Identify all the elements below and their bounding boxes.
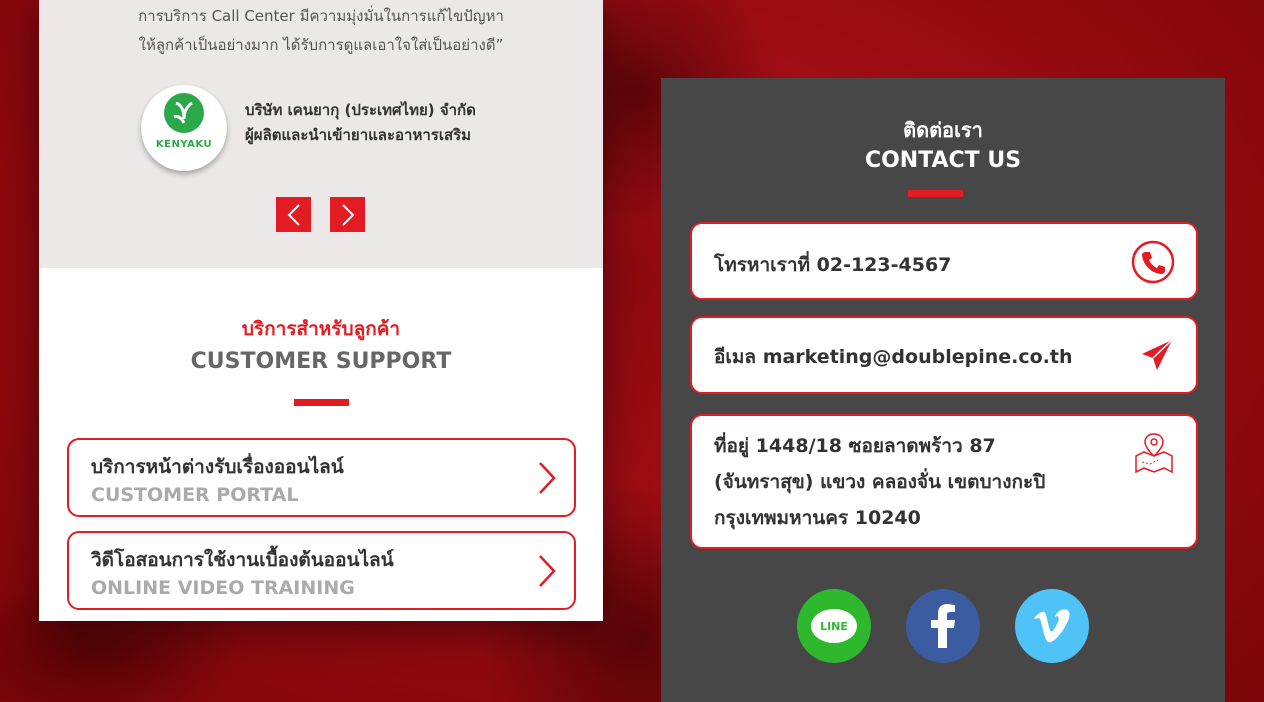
company-info: บริษัท เคนยากุ (ประเทศไทย) จำกัด ผู้ผลิต… [245,98,476,148]
address-line-3: กรุงเทพมหานคร 10240 [714,507,921,529]
phone-text: โทรหาเราที่ 02-123-4567 [714,254,952,276]
phone-card[interactable]: โทรหาเราที่ 02-123-4567 [690,222,1198,300]
facebook-button[interactable] [906,589,980,663]
chevron-right-icon [539,462,556,494]
testimonial-section: การบริการ Call Center มีความมุ่งมั่นในกา… [39,0,603,268]
address-line-2: (จันทราสุข) แขวง คลองจั่น เขตบางกะปิ [714,471,1046,493]
section-divider [908,190,963,197]
company-logo: KENYAKU [141,85,227,171]
leaf-logo-icon [164,93,204,133]
line-button[interactable]: LINE [797,589,871,663]
vimeo-button[interactable] [1015,589,1089,663]
card-title-th: วิดีโอสอนการใช้งานเบื้องต้นออนไลน์ [91,549,394,571]
card-title-en: CUSTOMER PORTAL [91,484,299,506]
facebook-icon [931,604,955,648]
company-name: บริษัท เคนยากุ (ประเทศไทย) จำกัด [245,101,476,119]
customer-portal-card[interactable]: บริการหน้าต่างรับเรื่องออนไลน์ CUSTOMER … [67,438,576,517]
card-title-th: บริการหน้าต่างรับเรื่องออนไลน์ [91,456,344,478]
line-label: LINE [820,619,848,633]
testimonial-quote: การบริการ Call Center มีความมุ่งมั่นในกา… [39,2,603,60]
vimeo-icon [1034,609,1070,643]
address-line-1: ที่อยู่ 1448/18 ซอยลาดพร้าว 87 [714,435,996,457]
prev-button[interactable] [276,197,311,232]
video-training-card[interactable]: วิดีโอสอนการใช้งานเบื้องต้นออนไลน์ ONLIN… [67,531,576,610]
address-text: ที่อยู่ 1448/18 ซอยลาดพร้าว 87 (จันทราสุ… [714,428,1045,536]
contact-title: CONTACT US [864,148,1022,173]
contact-panel: ติดต่อเรา CONTACT US โทรหาเราที่ 02-123-… [661,78,1225,702]
customer-support-panel: การบริการ Call Center มีความมุ่งมั่นในกา… [39,0,603,621]
chevron-right-icon [539,555,556,587]
email-card[interactable]: อีเมล marketing@doublepine.co.th [690,316,1198,394]
email-text: อีเมล marketing@doublepine.co.th [714,346,1073,368]
support-subtitle: บริการสำหรับลูกค้า [241,318,401,340]
next-button[interactable] [330,197,365,232]
company-description: ผู้ผลิตและนำเข้ายาและอาหารเสริม [245,126,472,144]
phone-icon [1131,240,1175,284]
chevron-left-icon [287,203,300,226]
quote-line-2: ให้ลูกค้าเป็นอย่างมาก ได้รับการดูแลเอาใจ… [138,36,504,54]
line-icon: LINE [811,609,857,643]
chevron-right-icon [341,203,354,226]
contact-subtitle: ติดต่อเรา [903,118,983,142]
card-title-en: ONLINE VIDEO TRAINING [91,577,355,599]
address-card[interactable]: ที่อยู่ 1448/18 ซอยลาดพร้าว 87 (จันทราสุ… [690,414,1198,549]
logo-text: KENYAKU [155,139,213,150]
section-divider [294,399,349,406]
send-icon [1142,339,1173,370]
support-title: CUSTOMER SUPPORT [190,349,452,374]
quote-line-1: การบริการ Call Center มีความมุ่งมั่นในกา… [138,7,504,25]
map-icon [1135,433,1173,474]
